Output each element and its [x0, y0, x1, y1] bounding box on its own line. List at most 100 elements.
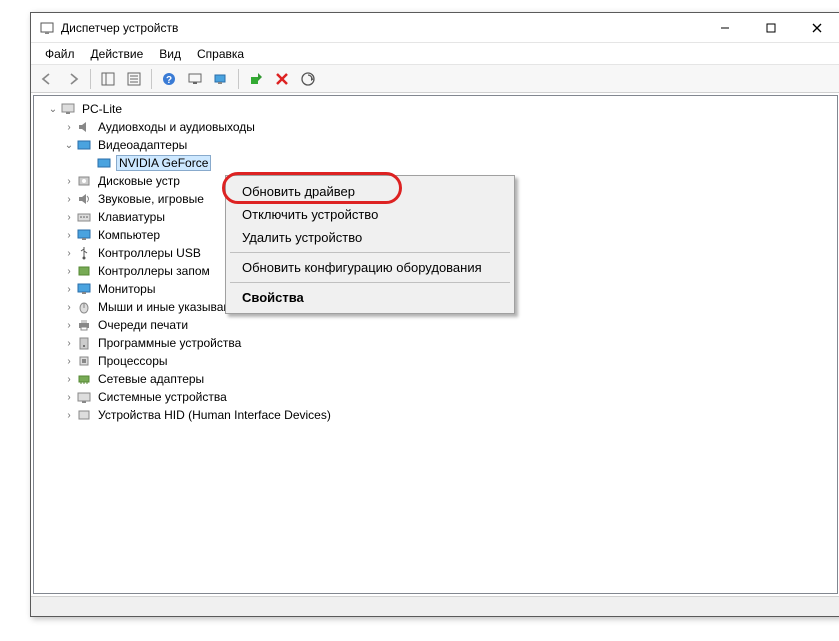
separator	[238, 69, 239, 89]
collapse-icon[interactable]: ⌄	[46, 104, 60, 115]
maximize-button[interactable]	[748, 13, 794, 43]
monitor-icon	[76, 281, 92, 297]
tree-item-label: Устройства HID (Human Interface Devices)	[96, 408, 333, 422]
tree-item-system[interactable]: › Системные устройства	[38, 388, 837, 406]
expand-icon[interactable]: ›	[62, 356, 76, 367]
help-button[interactable]: ?	[157, 67, 181, 91]
content-area: ⌄ PC-Lite › Аудиовходы и аудиовыходы ⌄ В…	[31, 93, 839, 616]
expand-icon[interactable]: ›	[62, 320, 76, 331]
expand-icon[interactable]: ›	[62, 374, 76, 385]
context-properties[interactable]: Свойства	[228, 286, 512, 309]
expand-icon[interactable]: ›	[62, 194, 76, 205]
expand-icon[interactable]: ›	[62, 212, 76, 223]
expand-icon[interactable]: ›	[62, 410, 76, 421]
display-adapter-icon	[96, 155, 112, 171]
device-tree[interactable]: ⌄ PC-Lite › Аудиовходы и аудиовыходы ⌄ В…	[33, 95, 838, 594]
sound-icon	[76, 191, 92, 207]
disable-device-button[interactable]	[296, 67, 320, 91]
device-manager-window: Диспетчер устройств Файл Действие Вид Сп…	[30, 12, 839, 617]
window-controls	[702, 13, 839, 43]
tree-item-cpu[interactable]: › Процессоры	[38, 352, 837, 370]
svg-text:?: ?	[166, 75, 172, 86]
tree-item-label: Звуковые, игровые	[96, 192, 206, 206]
computer-icon	[60, 101, 76, 117]
tree-item-audio[interactable]: › Аудиовходы и аудиовыходы	[38, 118, 837, 136]
tree-item-label: Мониторы	[96, 282, 157, 296]
menu-help[interactable]: Справка	[189, 45, 252, 63]
menu-separator	[230, 282, 510, 283]
software-device-icon	[76, 335, 92, 351]
tree-item-label: Аудиовходы и аудиовыходы	[96, 120, 257, 134]
collapse-icon[interactable]: ⌄	[62, 140, 76, 151]
tree-item-nvidia[interactable]: › NVIDIA GeForce	[38, 154, 837, 172]
tree-item-label: Системные устройства	[96, 390, 229, 404]
tree-item-label: Компьютер	[96, 228, 162, 242]
tree-item-label: Очереди печати	[96, 318, 190, 332]
system-device-icon	[76, 389, 92, 405]
tree-item-print[interactable]: › Очереди печати	[38, 316, 837, 334]
menu-separator	[230, 252, 510, 253]
tree-item-label: Сетевые адаптеры	[96, 372, 206, 386]
expand-icon[interactable]: ›	[62, 392, 76, 403]
separator	[151, 69, 152, 89]
tree-item-hid[interactable]: › Устройства HID (Human Interface Device…	[38, 406, 837, 424]
menubar: Файл Действие Вид Справка	[31, 43, 839, 65]
context-scan-hardware[interactable]: Обновить конфигурацию оборудования	[228, 256, 512, 279]
printer-icon	[76, 317, 92, 333]
expand-icon[interactable]: ›	[62, 302, 76, 313]
separator	[90, 69, 91, 89]
tree-item-label: Контроллеры запом	[96, 264, 212, 278]
network-icon	[76, 371, 92, 387]
status-bar	[31, 596, 839, 616]
display-adapter-icon	[76, 137, 92, 153]
tree-item-video[interactable]: ⌄ Видеоадаптеры	[38, 136, 837, 154]
context-disable-device[interactable]: Отключить устройство	[228, 203, 512, 226]
computer-icon	[76, 227, 92, 243]
toolbar: ?	[31, 65, 839, 93]
back-button[interactable]	[35, 67, 59, 91]
expand-icon[interactable]: ›	[62, 122, 76, 133]
cpu-icon	[76, 353, 92, 369]
tree-item-label: Процессоры	[96, 354, 170, 368]
tree-item-label: Программные устройства	[96, 336, 243, 350]
tree-item-software[interactable]: › Программные устройства	[38, 334, 837, 352]
properties-button[interactable]	[122, 67, 146, 91]
show-hide-tree-button[interactable]	[96, 67, 120, 91]
expand-icon[interactable]: ›	[62, 338, 76, 349]
disk-icon	[76, 173, 92, 189]
mouse-icon	[76, 299, 92, 315]
update-driver-button[interactable]	[209, 67, 233, 91]
tree-item-label: Видеоадаптеры	[96, 138, 189, 152]
tree-item-label: Клавиатуры	[96, 210, 167, 224]
audio-icon	[76, 119, 92, 135]
keyboard-icon	[76, 209, 92, 225]
expand-icon[interactable]: ›	[62, 176, 76, 187]
close-button[interactable]	[794, 13, 839, 43]
tree-item-network[interactable]: › Сетевые адаптеры	[38, 370, 837, 388]
menu-view[interactable]: Вид	[151, 45, 189, 63]
usb-icon	[76, 245, 92, 261]
storage-controller-icon	[76, 263, 92, 279]
titlebar: Диспетчер устройств	[31, 13, 839, 43]
tree-item-label: Дисковые устр	[96, 174, 182, 188]
enable-device-button[interactable]	[244, 67, 268, 91]
expand-icon[interactable]: ›	[62, 248, 76, 259]
tree-item-label: NVIDIA GeForce	[116, 155, 211, 171]
expand-icon[interactable]: ›	[62, 284, 76, 295]
minimize-button[interactable]	[702, 13, 748, 43]
menu-action[interactable]: Действие	[83, 45, 152, 63]
context-uninstall-device[interactable]: Удалить устройство	[228, 226, 512, 249]
uninstall-device-button[interactable]	[270, 67, 294, 91]
tree-root[interactable]: ⌄ PC-Lite	[38, 100, 837, 118]
window-title: Диспетчер устройств	[61, 21, 702, 35]
context-menu: Обновить драйвер Отключить устройство Уд…	[225, 175, 515, 314]
expand-icon[interactable]: ›	[62, 230, 76, 241]
menu-file[interactable]: Файл	[37, 45, 83, 63]
tree-item-label: Контроллеры USB	[96, 246, 203, 260]
tree-root-label: PC-Lite	[80, 102, 124, 116]
app-icon	[39, 20, 55, 36]
context-update-driver[interactable]: Обновить драйвер	[228, 180, 512, 203]
scan-hardware-button[interactable]	[183, 67, 207, 91]
forward-button[interactable]	[61, 67, 85, 91]
expand-icon[interactable]: ›	[62, 266, 76, 277]
